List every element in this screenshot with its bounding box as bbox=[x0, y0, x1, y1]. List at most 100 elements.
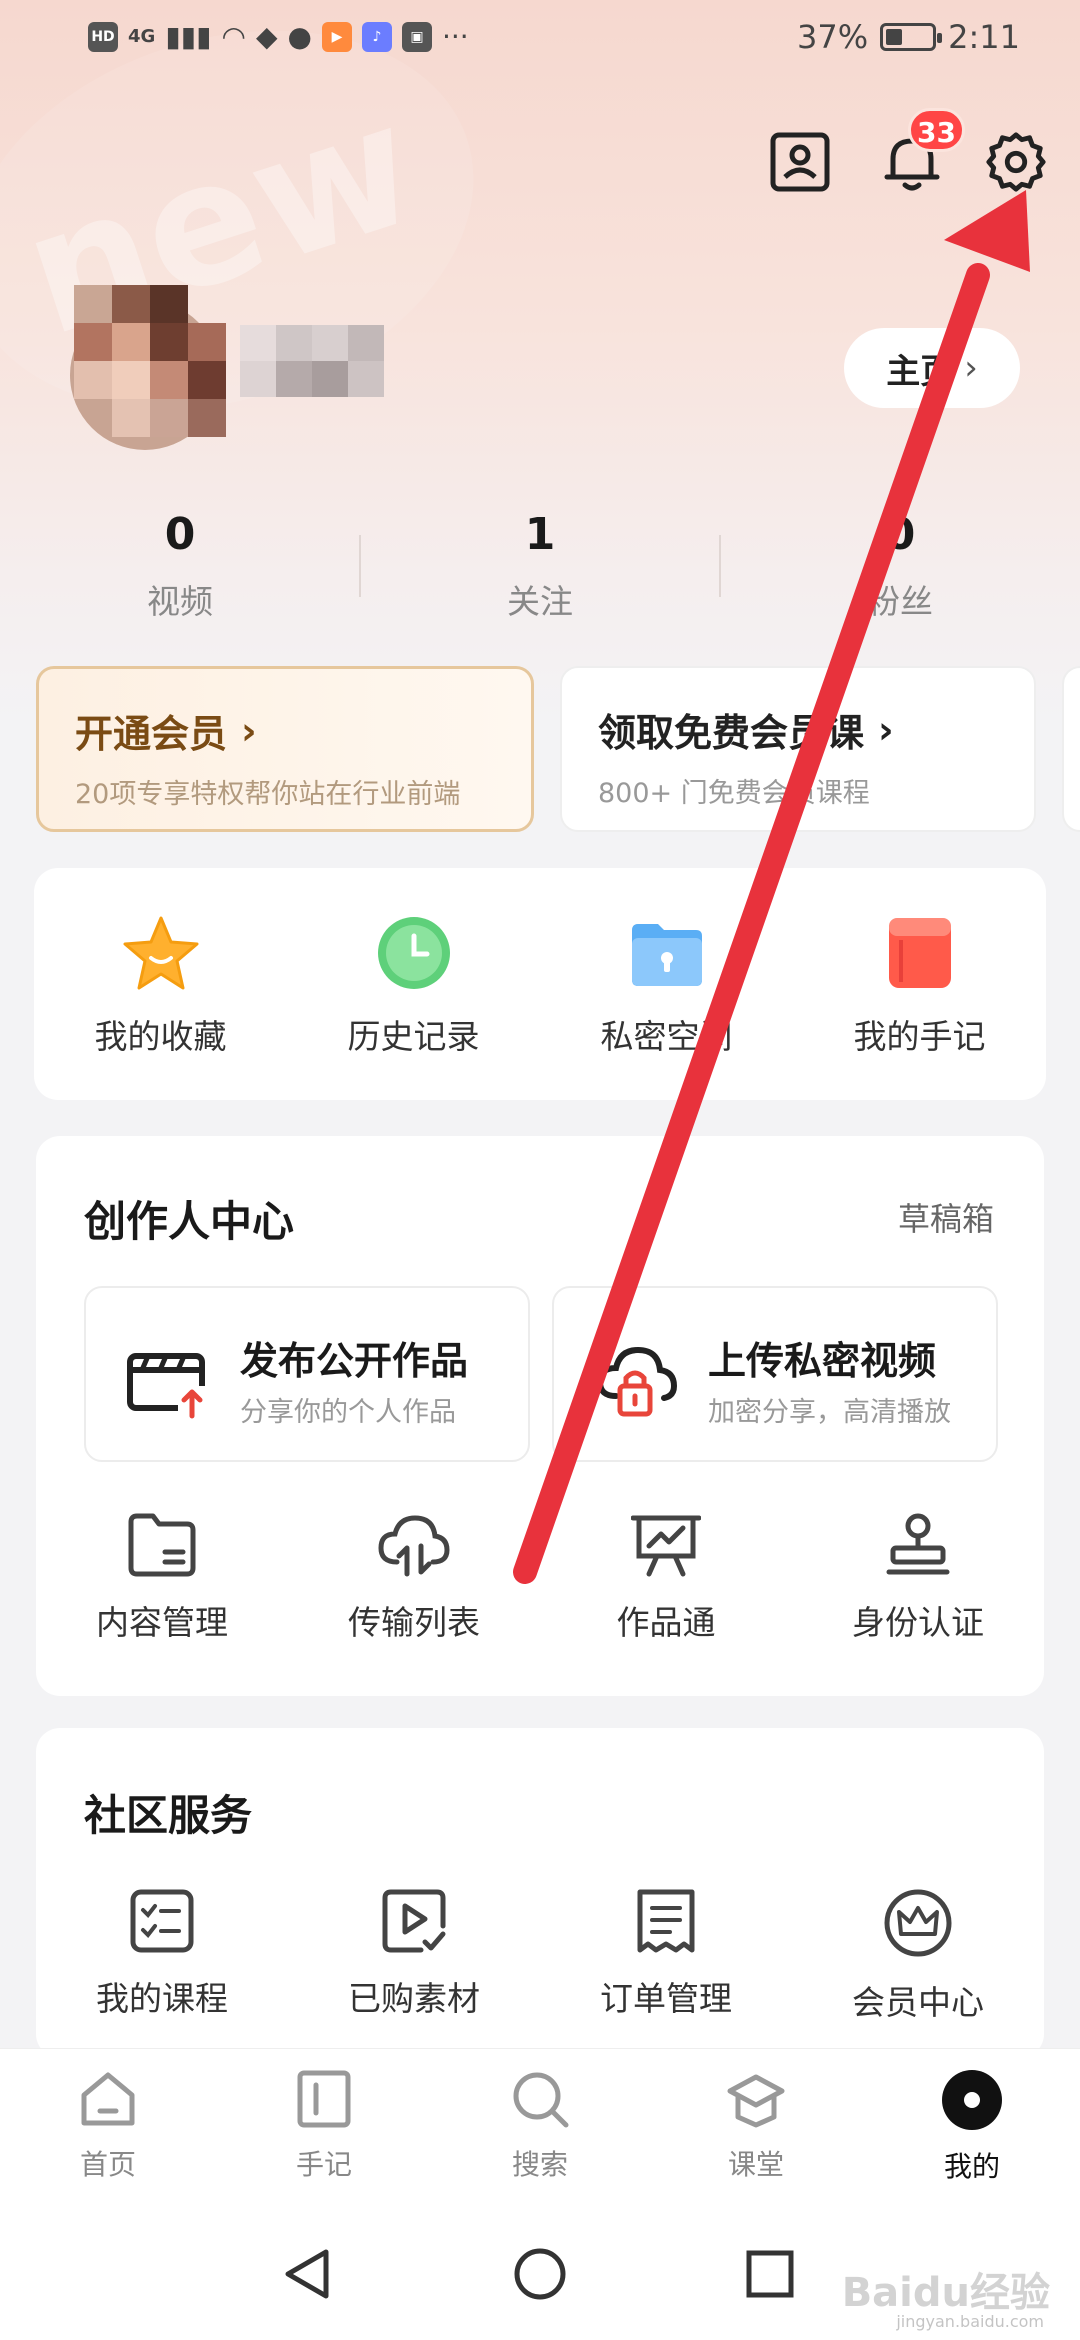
my-notes-button[interactable]: 我的手记 bbox=[793, 914, 1046, 1058]
member-center-label: 会员中心 bbox=[852, 1983, 984, 2022]
pixel bbox=[150, 361, 188, 399]
pixel bbox=[112, 285, 150, 323]
free-course-title: 领取免费会员课 bbox=[598, 711, 865, 755]
next-promo-card-edge[interactable] bbox=[1062, 666, 1080, 832]
search-icon bbox=[513, 2072, 569, 2128]
pixel bbox=[240, 325, 276, 361]
works-pass-button[interactable]: 作品通 bbox=[540, 1512, 792, 1644]
favorites-label: 我的收藏 bbox=[94, 1017, 227, 1056]
content-management-button[interactable]: 内容管理 bbox=[36, 1512, 288, 1644]
stat-number: 0 bbox=[164, 509, 196, 560]
purchased-video-icon bbox=[382, 1889, 446, 1953]
video-app-icon: ▶ bbox=[321, 22, 352, 52]
profile-stats: 0 视频 1 关注 0 粉丝 bbox=[0, 505, 1080, 635]
nav-mine[interactable]: 我的 bbox=[864, 2069, 1080, 2185]
chevron-right-icon: › bbox=[878, 707, 894, 752]
identity-verification-label: 身份认证 bbox=[852, 1603, 984, 1642]
nav-classroom[interactable]: 课堂 bbox=[648, 2069, 864, 2183]
history-button[interactable]: 历史记录 bbox=[287, 914, 540, 1058]
publish-title: 发布公开作品 bbox=[240, 1339, 469, 1383]
creator-center-title: 创作人中心 bbox=[84, 1197, 295, 1246]
community-title: 社区服务 bbox=[84, 1791, 253, 1840]
identity-verification-button[interactable]: 身份认证 bbox=[792, 1512, 1044, 1644]
stat-label: 粉丝 bbox=[867, 582, 933, 621]
contact-card-button[interactable] bbox=[768, 130, 832, 194]
contact-card-icon bbox=[770, 132, 830, 192]
pixel bbox=[276, 361, 312, 397]
pixel bbox=[74, 361, 112, 399]
profile-pixelated-area bbox=[60, 285, 410, 465]
back-button[interactable] bbox=[280, 2246, 336, 2302]
vip-promo-subtitle: 20项专享特权帮你站在行业前端 bbox=[75, 779, 461, 810]
chevron-right-icon: › bbox=[241, 708, 257, 753]
stat-fans[interactable]: 0 粉丝 bbox=[720, 505, 1080, 623]
battery-level bbox=[886, 29, 903, 45]
gear-icon bbox=[986, 132, 1046, 192]
nav-search[interactable]: 搜索 bbox=[432, 2069, 648, 2183]
nav-notes[interactable]: 手记 bbox=[216, 2069, 432, 2183]
pixel bbox=[188, 361, 226, 399]
publish-public-work-button[interactable]: 发布公开作品 分享你的个人作品 bbox=[84, 1286, 530, 1462]
my-courses-button[interactable]: 我的课程 bbox=[36, 1888, 288, 2024]
publish-subtitle: 分享你的个人作品 bbox=[240, 1397, 456, 1428]
signal-icon: ▮▮▮ bbox=[165, 20, 212, 53]
nav-search-label: 搜索 bbox=[511, 2148, 568, 2181]
order-management-button[interactable]: 订单管理 bbox=[540, 1888, 792, 2024]
settings-button[interactable] bbox=[984, 130, 1048, 194]
pixel bbox=[74, 285, 112, 323]
shield-icon: ◆ bbox=[255, 20, 278, 53]
drafts-link[interactable]: 草稿箱 bbox=[898, 1194, 994, 1240]
home-circle-icon bbox=[514, 2248, 566, 2300]
free-course-subtitle: 800+ 门免费会员课程 bbox=[598, 778, 870, 809]
transfer-list-button[interactable]: 传输列表 bbox=[288, 1512, 540, 1644]
upload-title: 上传私密视频 bbox=[708, 1339, 937, 1383]
pixel bbox=[276, 325, 312, 361]
home-system-button[interactable] bbox=[512, 2246, 568, 2302]
music-app-icon: ♪ bbox=[361, 22, 392, 52]
status-bar: HD 4G ▮▮▮ ◠ ◆ ● ▶ ♪ ▣ ··· 37% 2:11 bbox=[0, 0, 1080, 80]
recents-button[interactable] bbox=[742, 2246, 798, 2302]
pixel bbox=[112, 399, 150, 437]
back-triangle-icon bbox=[285, 2249, 329, 2299]
creator-center-card: 创作人中心 草稿箱 发布公开作品 分享你的个人作品 上传私密视频 加密分享，高清… bbox=[36, 1136, 1044, 1696]
stamp-icon bbox=[886, 1513, 950, 1575]
private-space-button[interactable]: 私密空间 bbox=[540, 914, 793, 1058]
clock: 2:11 bbox=[948, 18, 1020, 56]
pixel bbox=[150, 285, 188, 323]
home-page-button[interactable]: 主页 › bbox=[844, 328, 1020, 408]
purchased-materials-button[interactable]: 已购素材 bbox=[288, 1888, 540, 2024]
note-icon bbox=[297, 2070, 351, 2128]
recents-square-icon bbox=[746, 2250, 794, 2298]
nav-home[interactable]: 首页 bbox=[0, 2069, 216, 2183]
member-center-button[interactable]: 会员中心 bbox=[792, 1888, 1044, 2024]
pixel bbox=[348, 325, 384, 361]
more-status-icon: ··· bbox=[441, 20, 469, 53]
home-page-label: 主页 bbox=[886, 351, 955, 392]
vip-promo-title: 开通会员 bbox=[75, 712, 228, 756]
free-course-card[interactable]: 领取免费会员课 › 800+ 门免费会员课程 bbox=[560, 666, 1036, 832]
nav-home-label: 首页 bbox=[79, 2148, 136, 2181]
community-services-card: 社区服务 我的课程 已购素材 订单管理 会员中心 bbox=[36, 1728, 1044, 2058]
favorites-button[interactable]: 我的收藏 bbox=[34, 914, 287, 1058]
upload-private-video-button[interactable]: 上传私密视频 加密分享，高清播放 bbox=[552, 1286, 998, 1462]
private-space-label: 私密空间 bbox=[600, 1017, 733, 1056]
history-label: 历史记录 bbox=[347, 1017, 480, 1056]
pixel bbox=[74, 323, 112, 361]
vip-promo-card[interactable]: 开通会员 › 20项专享特权帮你站在行业前端 bbox=[36, 666, 534, 832]
baidu-watermark-url: jingyan.baidu.com bbox=[896, 2312, 1044, 2331]
wifi-icon: ◠ bbox=[221, 20, 246, 53]
pixel bbox=[150, 323, 188, 361]
presentation-icon bbox=[631, 1515, 701, 1577]
pixel bbox=[188, 323, 226, 361]
chevron-right-icon: › bbox=[964, 348, 978, 388]
clock-icon bbox=[377, 917, 450, 989]
cloud-lock-icon bbox=[596, 1346, 678, 1417]
transfer-list-label: 传输列表 bbox=[348, 1603, 480, 1642]
stat-following[interactable]: 1 关注 bbox=[360, 505, 720, 623]
status-icons-left: HD 4G ▮▮▮ ◠ ◆ ● ▶ ♪ ▣ ··· bbox=[88, 22, 469, 52]
lock-folder-icon bbox=[631, 924, 702, 986]
pixel bbox=[188, 399, 226, 437]
nav-classroom-label: 课堂 bbox=[727, 2148, 784, 2181]
hd-icon: HD bbox=[88, 22, 118, 52]
stat-videos[interactable]: 0 视频 bbox=[0, 505, 360, 623]
